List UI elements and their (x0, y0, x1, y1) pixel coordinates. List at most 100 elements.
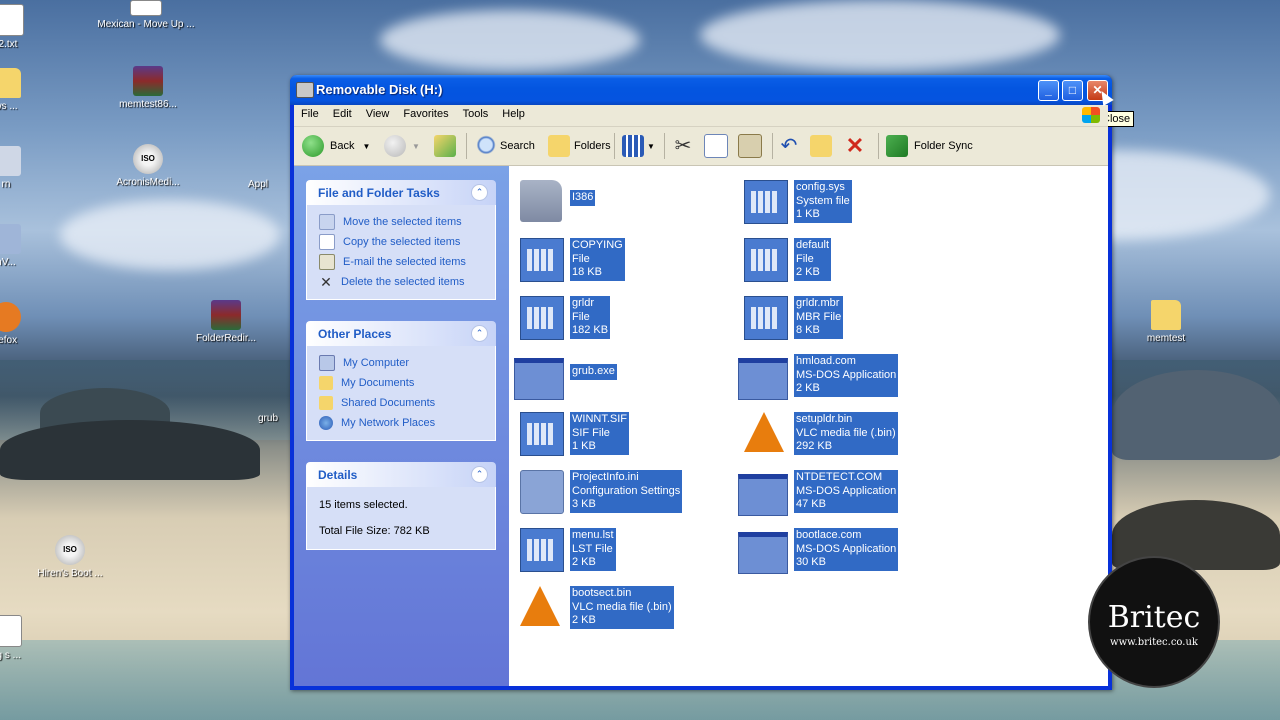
menu-view[interactable]: View (359, 105, 397, 120)
separator (772, 133, 773, 159)
file-item[interactable]: ProjectInfo.ini Configuration Settings 3 K… (514, 464, 734, 518)
menu-help[interactable]: Help (495, 105, 532, 120)
panel-header[interactable]: Other Places ⌃ (306, 321, 496, 346)
dropdown-arrow-icon[interactable]: ▼ (412, 142, 420, 151)
folder-sync-button[interactable]: Folder Sync (886, 133, 973, 159)
desktop-icon[interactable]: ws ... (0, 68, 56, 112)
paste-button[interactable] (738, 133, 762, 159)
file-icon (520, 528, 564, 572)
file-item[interactable]: grub.exe (514, 348, 734, 402)
file-icon (744, 238, 788, 282)
file-size: 2 KB (572, 614, 596, 626)
minimize-button[interactable]: _ (1038, 80, 1059, 101)
cut-button[interactable]: ✂ (672, 133, 694, 159)
desktop-icon[interactable]: rn (0, 146, 56, 190)
window-border (290, 686, 1112, 690)
views-button[interactable]: ▼ (622, 133, 655, 159)
place-network[interactable]: My Network Places (319, 413, 495, 433)
task-delete-link[interactable]: ✕ Delete the selected items (319, 272, 495, 292)
file-item[interactable]: COPYING File 18 KB (514, 232, 734, 286)
desktop-icon[interactable]: memtest86... (98, 66, 198, 110)
folders-button[interactable]: Folders (548, 133, 611, 159)
title-bar[interactable]: Removable Disk (H:) _ □ ✕ (290, 75, 1112, 105)
file-type: File (572, 310, 590, 323)
file-name: config.sys (796, 181, 845, 193)
file-item[interactable]: I386 (514, 174, 734, 228)
file-item[interactable]: bootlace.com MS-DOS Application 30 KB (738, 522, 958, 576)
desktop-icon[interactable]: memtest (1116, 300, 1216, 344)
task-copy-link[interactable]: Copy the selected items (319, 232, 495, 252)
collapse-chevron-icon[interactable]: ⌃ (471, 184, 488, 201)
file-item[interactable]: WINNT.SIF SIF File 1 KB (514, 406, 734, 460)
desktop-icon[interactable]: 2.txt (0, 4, 58, 50)
file-item[interactable]: NTDETECT.COM MS-DOS Application 47 KB (738, 464, 958, 518)
file-name: grldr.mbr (796, 297, 840, 309)
network-icon (319, 416, 333, 430)
file-item[interactable]: default File 2 KB (738, 232, 958, 286)
undo-button[interactable]: ↶ (778, 133, 800, 159)
file-type: MBR File (796, 310, 842, 323)
vlc-cone-icon (744, 412, 784, 452)
file-name: bootlace.com (796, 529, 862, 541)
dropdown-arrow-icon[interactable]: ▼ (362, 142, 370, 151)
separator (466, 133, 467, 159)
place-shared-documents[interactable]: Shared Documents (319, 393, 495, 413)
desktop-icon[interactable]: FolderRedir... (176, 300, 276, 344)
menu-favorites[interactable]: Favorites (396, 105, 455, 120)
back-button[interactable]: Back ▼ (302, 133, 370, 159)
watermark-url: www.britec.co.uk (1110, 637, 1198, 648)
task-move-link[interactable]: Move the selected items (319, 212, 495, 232)
desktop-icon[interactable]: ISO AcronisMedi... (98, 144, 198, 188)
menu-edit[interactable]: Edit (326, 105, 359, 120)
desktop-icon[interactable]: ng s ... (0, 615, 56, 661)
file-size: 292 KB (796, 440, 833, 452)
menu-tools[interactable]: Tools (456, 105, 496, 120)
move-to-button[interactable] (810, 133, 832, 159)
file-item[interactable]: hmload.com MS-DOS Application 2 KB (738, 348, 958, 402)
file-size: 8 KB (796, 324, 820, 336)
file-item[interactable]: config.sys System file 1 KB (738, 174, 958, 228)
file-size: 47 KB (796, 498, 826, 510)
task-email-link[interactable]: E-mail the selected items (319, 252, 495, 272)
document-icon (130, 0, 162, 16)
file-icon (520, 238, 564, 282)
desktop-icon[interactable]: nV... (0, 224, 56, 268)
desktop-icon[interactable]: ISO Hiren's Boot ... (20, 535, 120, 579)
collapse-chevron-icon[interactable]: ⌃ (471, 466, 488, 483)
file-size: 1 KB (796, 208, 820, 220)
file-type: VLC media file (.bin) (796, 426, 896, 439)
menu-file[interactable]: File (294, 105, 326, 120)
separator (878, 133, 879, 159)
collapse-chevron-icon[interactable]: ⌃ (471, 325, 488, 342)
place-my-documents[interactable]: My Documents (319, 373, 495, 393)
desktop-icon[interactable]: Appl (228, 146, 288, 190)
maximize-button[interactable]: □ (1062, 80, 1083, 101)
file-type: MS-DOS Application (796, 368, 897, 381)
file-size: 3 KB (572, 498, 596, 510)
panel-header[interactable]: Details ⌃ (306, 462, 496, 487)
copy-button[interactable] (704, 133, 728, 159)
desktop-icon[interactable]: refox (0, 302, 56, 346)
file-item[interactable]: grldr.mbr MBR File 8 KB (738, 290, 958, 344)
dropdown-arrow-icon[interactable]: ▼ (647, 142, 655, 151)
up-button[interactable] (434, 133, 456, 159)
application-icon (738, 358, 788, 400)
file-item[interactable]: setupldr.bin VLC media file (.bin) 292 KB (738, 406, 958, 460)
file-name: I386 (572, 191, 594, 203)
task-pane: File and Folder Tasks ⌃ Move the selecte… (294, 166, 509, 686)
app-icon (0, 146, 21, 176)
desktop-icon[interactable]: grub (246, 380, 290, 424)
place-my-computer[interactable]: My Computer (319, 353, 495, 373)
file-item[interactable]: grldr File 182 KB (514, 290, 734, 344)
file-name: NTDETECT.COM (796, 471, 883, 483)
file-item[interactable]: menu.lst LST File 2 KB (514, 522, 734, 576)
file-item[interactable]: bootsect.bin VLC media file (.bin) 2 KB (514, 580, 734, 634)
search-button[interactable]: Search (474, 133, 535, 159)
panel-header[interactable]: File and Folder Tasks ⌃ (306, 180, 496, 205)
delete-button[interactable]: ✕ (844, 133, 866, 159)
undo-icon: ↶ (780, 135, 798, 157)
file-size: 2 KB (796, 266, 820, 278)
file-list: I386 config.sys System file 1 KB COPYING Fi… (514, 166, 1104, 686)
desktop-icon[interactable]: Mexican - Move Up ... (96, 0, 196, 30)
forward-button[interactable]: ▼ (384, 133, 420, 159)
